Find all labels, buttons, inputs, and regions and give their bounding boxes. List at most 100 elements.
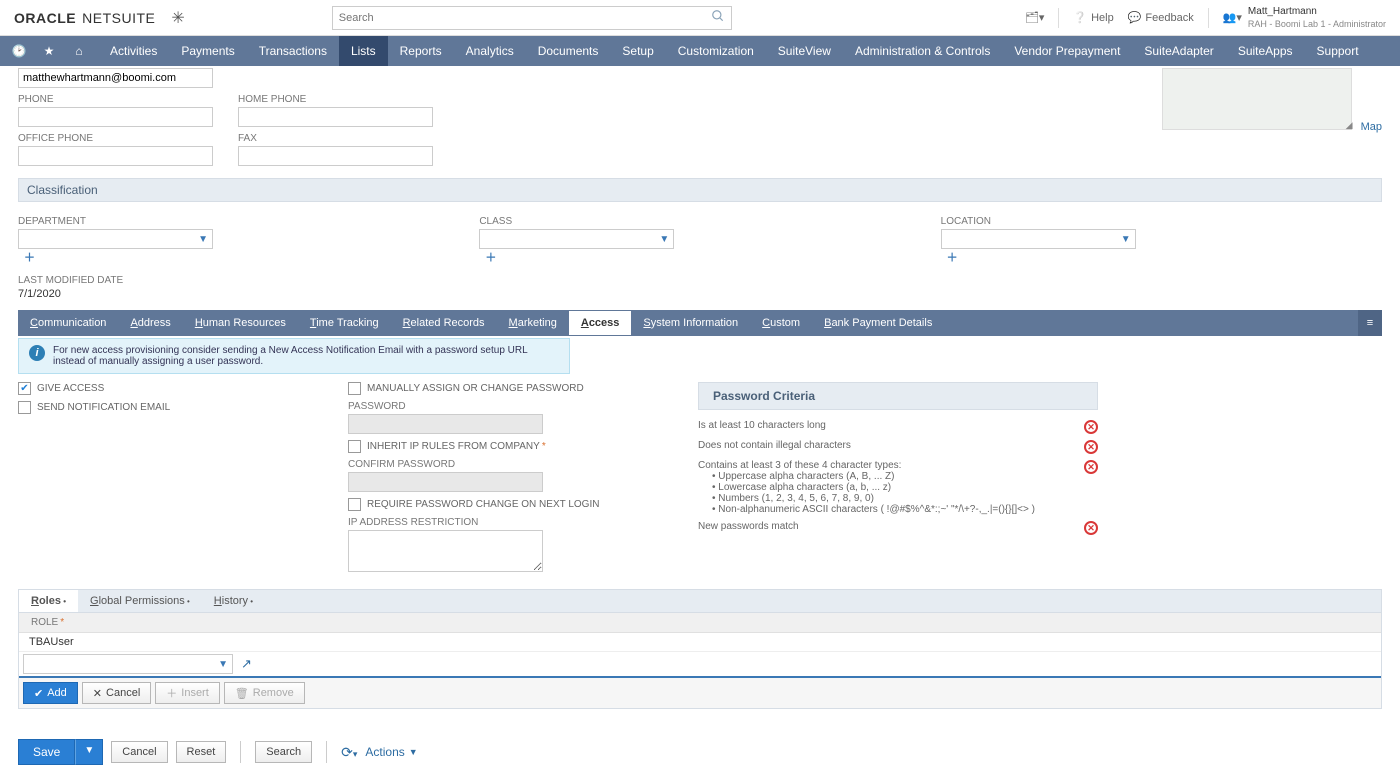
loc-add-button[interactable]: ＋: [947, 252, 958, 264]
loc-label: LOCATION: [941, 216, 1382, 227]
class-col: CLASS ▼ ＋: [479, 210, 920, 265]
tab-system-information[interactable]: System Information: [631, 311, 750, 335]
nav-item-vendor-prepayment[interactable]: Vendor Prepayment: [1002, 36, 1132, 66]
dept-add-button[interactable]: ＋: [24, 252, 35, 264]
contact-mid: HOME PHONE FAX: [238, 68, 678, 166]
role-cancel-button[interactable]: ✕Cancel: [82, 682, 151, 704]
user-icon: 👥▾: [1223, 11, 1242, 24]
reset-button[interactable]: Reset: [176, 741, 227, 763]
main-nav: 🕑 ★ ⌂ ActivitiesPaymentsTransactionsList…: [0, 36, 1400, 66]
cancel-button[interactable]: Cancel: [111, 741, 167, 763]
help-icon: ❔: [1073, 11, 1087, 24]
fail-icon: ✕: [1084, 440, 1098, 454]
nav-item-administration-controls[interactable]: Administration & Controls: [843, 36, 1002, 66]
refresh-icon[interactable]: ⟳▾: [341, 744, 357, 761]
recent-icon[interactable]: 🕑: [4, 37, 34, 65]
ip-restriction-label: IP ADDRESS RESTRICTION: [348, 517, 668, 528]
open-role-icon[interactable]: ↗: [241, 656, 252, 672]
send-notification-checkbox[interactable]: [18, 401, 31, 414]
map-placeholder[interactable]: ◢: [1162, 68, 1352, 130]
favorite-icon[interactable]: ★: [34, 37, 64, 65]
save-split-button[interactable]: Save ▼: [18, 739, 103, 765]
nav-item-customization[interactable]: Customization: [666, 36, 766, 66]
home-icon[interactable]: ⌂: [64, 37, 94, 65]
dept-label: DEPARTMENT: [18, 216, 459, 227]
email-field[interactable]: [18, 68, 213, 88]
tab-custom[interactable]: Custom: [750, 311, 812, 335]
help-link[interactable]: ❔ Help: [1073, 11, 1113, 24]
separator: [1058, 8, 1059, 28]
role-select[interactable]: ▼: [23, 654, 233, 674]
manual-password-checkbox[interactable]: [348, 382, 361, 395]
confirm-password-field[interactable]: [348, 472, 543, 492]
nav-item-activities[interactable]: Activities: [98, 36, 169, 66]
nav-item-reports[interactable]: Reports: [388, 36, 454, 66]
class-select[interactable]: ▼: [479, 229, 674, 249]
nav-items: ActivitiesPaymentsTransactionsListsRepor…: [98, 36, 1371, 66]
role-row[interactable]: TBAUser: [19, 633, 1381, 652]
nav-item-analytics[interactable]: Analytics: [454, 36, 526, 66]
tab-address[interactable]: Address: [118, 311, 182, 335]
send-notification-label: SEND NOTIFICATION EMAIL: [37, 402, 170, 413]
subtab-roles[interactable]: Roles •: [19, 590, 78, 612]
nav-item-support[interactable]: Support: [1305, 36, 1371, 66]
subtab-global-permissions[interactable]: Global Permissions •: [78, 590, 202, 612]
dept-select[interactable]: ▼: [18, 229, 213, 249]
phone-field[interactable]: [18, 107, 213, 127]
role-remove-button[interactable]: 🗑Remove: [224, 682, 305, 704]
save-dropdown[interactable]: ▼: [75, 739, 103, 765]
nav-item-transactions[interactable]: Transactions: [247, 36, 339, 66]
subtabs-menu-icon[interactable]: ≡: [1358, 310, 1382, 336]
classification-header: Classification: [18, 178, 1382, 202]
fax-field[interactable]: [238, 146, 433, 166]
password-field[interactable]: [348, 414, 543, 434]
nav-item-documents[interactable]: Documents: [526, 36, 611, 66]
nav-item-suiteadapter[interactable]: SuiteAdapter: [1132, 36, 1225, 66]
access-col-2: MANUALLY ASSIGN OR CHANGE PASSWORD PASSW…: [348, 382, 668, 575]
home-phone-field[interactable]: [238, 107, 433, 127]
password-criteria-header: Password Criteria: [698, 382, 1098, 410]
resize-corner-icon[interactable]: ◢: [1346, 120, 1353, 131]
tab-related-records[interactable]: Related Records: [391, 311, 497, 335]
role-switcher-icon[interactable]: 🗂▾: [1025, 11, 1045, 24]
inherit-ip-checkbox[interactable]: [348, 440, 361, 453]
save-button[interactable]: Save: [18, 739, 75, 765]
nav-item-setup[interactable]: Setup: [610, 36, 665, 66]
feedback-link[interactable]: 💬 Feedback: [1128, 11, 1194, 24]
tab-marketing[interactable]: Marketing: [497, 311, 569, 335]
nav-item-suiteapps[interactable]: SuiteApps: [1226, 36, 1305, 66]
password-label: PASSWORD: [348, 401, 668, 412]
class-add-button[interactable]: ＋: [485, 252, 496, 264]
actions-menu[interactable]: Actions▼: [365, 745, 417, 759]
search-input[interactable]: [339, 12, 711, 24]
tab-access[interactable]: Access: [569, 311, 632, 335]
subtab-history[interactable]: History •: [202, 590, 265, 612]
tab-bank-payment-details[interactable]: Bank Payment Details: [812, 311, 944, 335]
nav-item-lists[interactable]: Lists: [339, 36, 388, 66]
map-link[interactable]: Map: [1361, 121, 1382, 133]
nav-icon-group: 🕑 ★ ⌂: [0, 37, 98, 65]
tab-human-resources[interactable]: Human Resources: [183, 311, 298, 335]
close-icon: ✕: [93, 687, 102, 700]
require-change-checkbox[interactable]: [348, 498, 361, 511]
tab-time-tracking[interactable]: Time Tracking: [298, 311, 391, 335]
search-icon[interactable]: [711, 9, 725, 26]
loc-select[interactable]: ▼: [941, 229, 1136, 249]
give-access-checkbox[interactable]: [18, 382, 31, 395]
global-search[interactable]: [332, 6, 732, 30]
office-phone-field[interactable]: [18, 146, 213, 166]
role-insert-button[interactable]: ＋Insert: [155, 682, 220, 704]
home-phone-label: HOME PHONE: [238, 94, 678, 105]
fail-icon: ✕: [1084, 521, 1098, 535]
office-phone-label: OFFICE PHONE: [18, 133, 218, 144]
search-button[interactable]: Search: [255, 741, 312, 763]
user-menu[interactable]: 👥▾ Matt_Hartmann RAH - Boomi Lab 1 - Adm…: [1223, 6, 1386, 30]
criteria-length: Is at least 10 characters long ✕: [698, 420, 1098, 434]
brand-netsuite: NETSUITE: [82, 10, 155, 26]
role-add-button[interactable]: ✔Add: [23, 682, 78, 704]
chevron-down-icon: ▼: [409, 747, 418, 757]
nav-item-payments[interactable]: Payments: [169, 36, 246, 66]
tab-communication[interactable]: Communication: [18, 311, 118, 335]
nav-item-suiteview[interactable]: SuiteView: [766, 36, 843, 66]
ip-restriction-field[interactable]: [348, 530, 543, 572]
